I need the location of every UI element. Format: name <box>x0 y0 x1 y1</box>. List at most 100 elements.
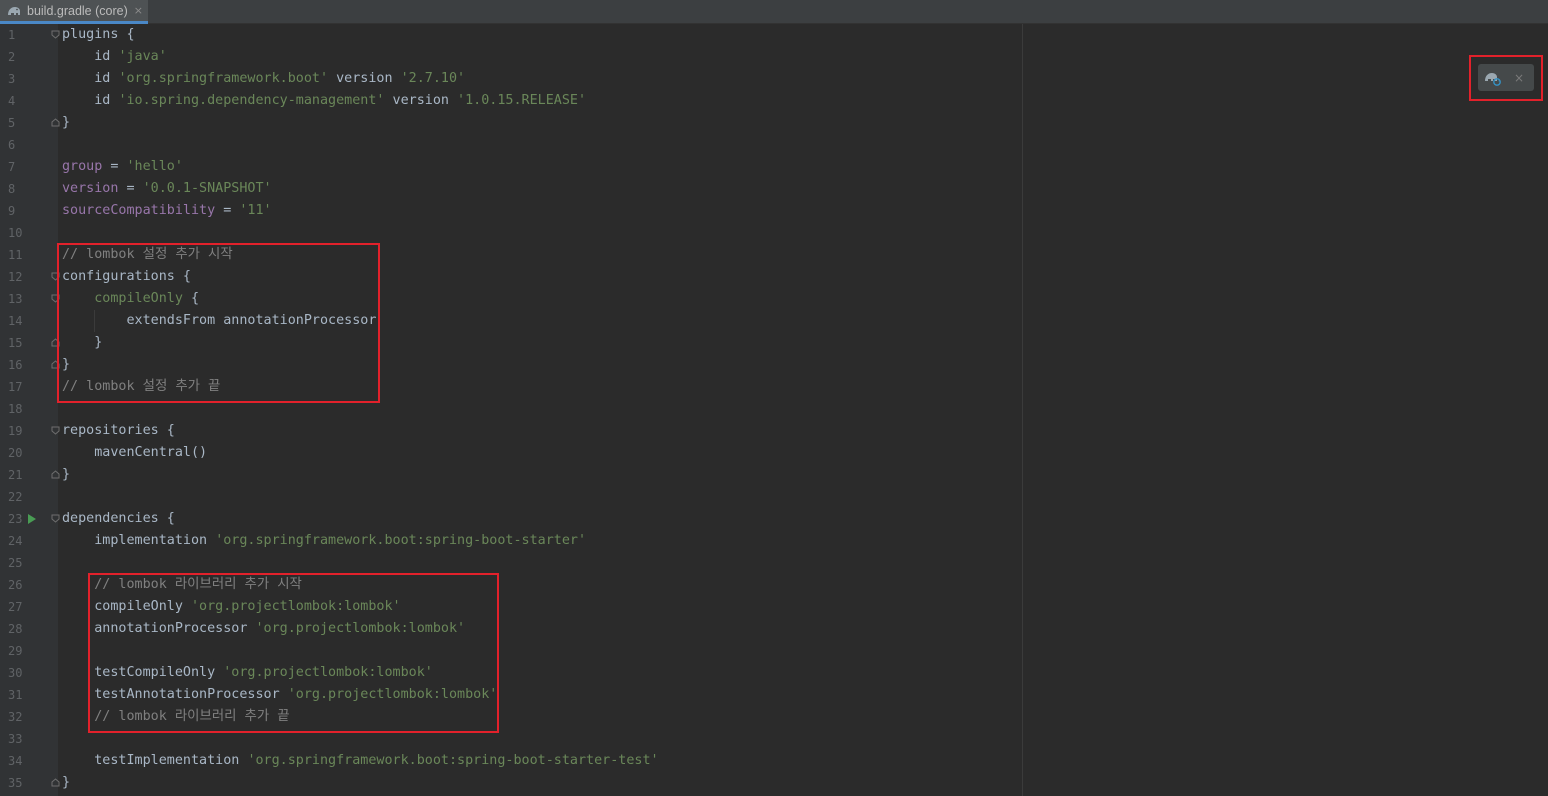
line-number: 30 <box>8 666 23 680</box>
line-number: 21 <box>8 468 23 482</box>
line-number: 12 <box>8 270 23 284</box>
line-number: 6 <box>8 138 16 152</box>
code-line-5: } <box>62 112 70 134</box>
gradle-reload-icon[interactable] <box>1484 70 1502 86</box>
code-text: id <box>62 93 119 108</box>
line-number: 5 <box>8 116 16 130</box>
code-text: } <box>62 775 71 790</box>
string-literal: 'io.spring.dependency-management' <box>118 93 385 108</box>
line-number: 20 <box>8 446 23 460</box>
code-text: = <box>118 181 143 196</box>
string-literal: 'org.springframework.boot:spring-boot-st… <box>215 533 587 548</box>
fold-marker-icon[interactable] <box>51 426 60 435</box>
tab-label: build.gradle (core) <box>27 3 128 18</box>
line-number: 33 <box>8 732 23 746</box>
fold-end-marker-icon[interactable] <box>51 470 60 479</box>
string-literal: 'org.springframework.boot' <box>118 71 329 86</box>
code-line-3: id 'org.springframework.boot' version '2… <box>62 68 465 90</box>
line-number: 29 <box>8 644 23 658</box>
fold-end-marker-icon[interactable] <box>51 118 60 127</box>
code-line-4: id 'io.spring.dependency-management' ver… <box>62 90 586 112</box>
code-line-23: dependencies { <box>62 508 175 530</box>
run-gutter-icon[interactable] <box>27 513 37 525</box>
string-literal: 'java' <box>118 49 167 64</box>
line-number: 19 <box>8 424 23 438</box>
code-text: plugins { <box>62 27 135 42</box>
line-number: 18 <box>8 402 23 416</box>
line-number: 2 <box>8 50 16 64</box>
property-name: version <box>62 181 119 196</box>
line-number: 31 <box>8 688 23 702</box>
line-number: 27 <box>8 600 23 614</box>
highlight-box-configurations <box>57 243 380 403</box>
code-text: id <box>62 49 119 64</box>
property-name: group <box>62 159 103 174</box>
line-number: 4 <box>8 94 16 108</box>
line-number: 34 <box>8 754 23 768</box>
code-line-19: repositories { <box>62 420 175 442</box>
line-number: 10 <box>8 226 23 240</box>
tab-close-icon[interactable]: × <box>134 4 143 17</box>
code-text: implementation <box>62 533 216 548</box>
line-number: 24 <box>8 534 23 548</box>
line-number: 16 <box>8 358 23 372</box>
code-text: dependencies { <box>62 511 175 526</box>
code-line-24: implementation 'org.springframework.boot… <box>62 530 586 552</box>
line-number: 8 <box>8 182 16 196</box>
code-line-21: } <box>62 464 70 486</box>
line-number: 22 <box>8 490 23 504</box>
tab-build-gradle[interactable]: build.gradle (core) × <box>0 0 148 24</box>
code-line-8: version = '0.0.1-SNAPSHOT' <box>62 178 272 200</box>
line-number: 32 <box>8 710 23 724</box>
code-text: = <box>102 159 127 174</box>
line-number: 7 <box>8 160 16 174</box>
line-number: 28 <box>8 622 23 636</box>
line-number: 11 <box>8 248 23 262</box>
code-text: } <box>62 467 71 482</box>
gradle-reload-widget: × <box>1478 64 1534 91</box>
right-margin-guide <box>1022 24 1023 796</box>
property-name: sourceCompatibility <box>62 203 216 218</box>
gradle-elephant-icon <box>8 6 20 15</box>
line-number: 3 <box>8 72 16 86</box>
code-text: version <box>328 71 401 86</box>
line-number: 13 <box>8 292 23 306</box>
string-literal: 'org.springframework.boot:spring-boot-st… <box>247 753 659 768</box>
code-text: version <box>384 93 458 108</box>
line-number: 14 <box>8 314 23 328</box>
line-number: 1 <box>8 28 16 42</box>
gradle-close-icon[interactable]: × <box>1514 71 1524 85</box>
line-number: 26 <box>8 578 23 592</box>
code-line-34: testImplementation 'org.springframework.… <box>62 750 659 772</box>
editor-tab-bar: build.gradle (core) × <box>0 0 1548 24</box>
string-literal: '1.0.15.RELEASE' <box>457 93 587 108</box>
highlight-box-lombok-deps <box>88 573 499 733</box>
code-text: mavenCentral() <box>62 445 208 460</box>
fold-marker-icon[interactable] <box>51 514 60 523</box>
string-literal: '2.7.10' <box>400 71 466 86</box>
line-number: 17 <box>8 380 23 394</box>
code-line-1: plugins { <box>62 24 135 46</box>
line-number: 9 <box>8 204 16 218</box>
code-line-35: } <box>62 772 70 794</box>
fold-end-marker-icon[interactable] <box>51 778 60 787</box>
line-number: 15 <box>8 336 23 350</box>
code-text: testImplementation <box>62 753 248 768</box>
line-gutter: 1 2 3 4 5 6 7 8 9 10 11 12 13 14 15 16 17 18 19 20 21 22 23 24 2… <box>0 24 60 796</box>
code-line-2: id 'java' <box>62 46 167 68</box>
code-line-9: sourceCompatibility = '11' <box>62 200 272 222</box>
string-literal: '11' <box>239 203 272 218</box>
code-text: repositories { <box>62 423 175 438</box>
string-literal: '0.0.1-SNAPSHOT' <box>142 181 272 196</box>
string-literal: 'hello' <box>126 159 183 174</box>
code-text: id <box>62 71 119 86</box>
code-editor[interactable]: 1 2 3 4 5 6 7 8 9 10 11 12 13 14 15 16 17 18 19 20 21 22 23 24 2… <box>0 24 1548 796</box>
code-line-7: group = 'hello' <box>62 156 183 178</box>
code-text: } <box>62 115 71 130</box>
line-number: 23 <box>8 512 23 526</box>
code-text: = <box>215 203 240 218</box>
line-number: 25 <box>8 556 23 570</box>
code-line-20: mavenCentral() <box>62 442 207 464</box>
line-number: 35 <box>8 776 23 790</box>
fold-marker-icon[interactable] <box>51 30 60 39</box>
